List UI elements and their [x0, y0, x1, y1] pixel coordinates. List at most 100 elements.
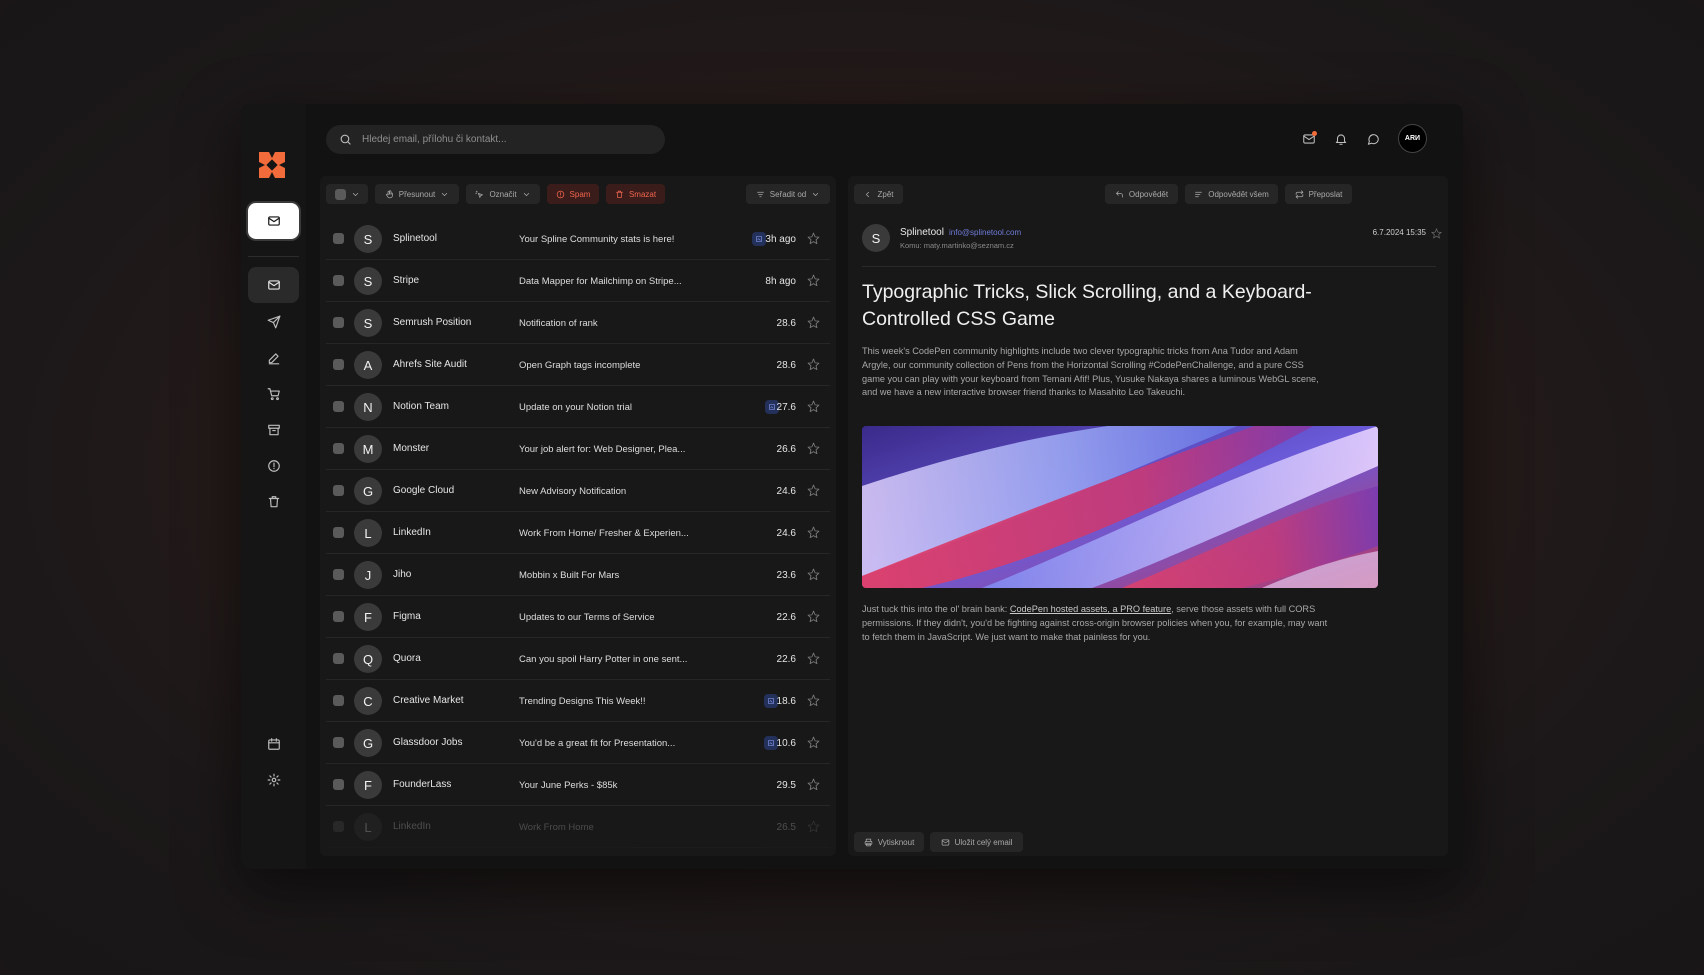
sender-email[interactable]: info@splinetool.com	[949, 228, 1021, 237]
star-button[interactable]	[807, 778, 820, 791]
email-subject: Work From Home	[519, 822, 594, 833]
email-row[interactable]: J Jiho Mobbin x Built For Mars 23.6	[326, 554, 830, 596]
message-date: 6.7.2024 15:35	[1372, 228, 1426, 237]
sort-dropdown[interactable]: Seřadit od	[746, 184, 830, 204]
email-row-checkbox[interactable]	[333, 737, 344, 748]
star-button[interactable]	[807, 820, 820, 833]
email-row-checkbox[interactable]	[333, 611, 344, 622]
user-avatar[interactable]: ARИ	[1398, 124, 1427, 153]
sidebar-item-spam[interactable]	[248, 448, 299, 484]
sidebar-item-shopping[interactable]	[248, 376, 299, 412]
move-button[interactable]: Přesunout	[375, 184, 459, 204]
hosted-assets-link[interactable]: CodePen hosted assets, a PRO feature	[1010, 604, 1171, 614]
app-logo[interactable]	[257, 150, 287, 180]
email-row[interactable]: Q Quora Can you spoil Harry Potter in one …	[326, 638, 830, 680]
email-subject: New Advisory Notification	[519, 486, 627, 497]
email-row-checkbox[interactable]	[333, 359, 344, 370]
sidebar-item-archive[interactable]	[248, 412, 299, 448]
sender-avatar: L	[354, 813, 382, 841]
sidebar-item-calendar[interactable]	[248, 726, 299, 762]
star-button[interactable]	[807, 274, 820, 287]
delete-button[interactable]: Smazat	[606, 184, 665, 204]
star-icon	[807, 358, 820, 371]
email-row[interactable]: L LinkedIn Work From Home 26.5	[326, 806, 830, 848]
email-row-checkbox[interactable]	[333, 401, 344, 412]
reading-pane: Zpět Odpovědět Odpovědět všem Přeposlat …	[848, 176, 1448, 856]
email-row[interactable]: L LinkedIn Work From Home/ Fresher & Exper…	[326, 512, 830, 554]
star-button[interactable]	[807, 358, 820, 371]
email-row-checkbox[interactable]	[333, 653, 344, 664]
email-row-checkbox[interactable]	[333, 779, 344, 790]
star-button[interactable]	[807, 442, 820, 455]
star-button[interactable]	[807, 484, 820, 497]
star-button[interactable]	[807, 526, 820, 539]
email-row-checkbox[interactable]	[333, 317, 344, 328]
reply-button[interactable]: Odpovědět	[1105, 184, 1178, 204]
sidebar-item-trash[interactable]	[248, 484, 299, 520]
email-date: 28.6	[776, 360, 796, 371]
select-all-dropdown[interactable]	[326, 184, 368, 204]
star-icon	[807, 400, 820, 413]
email-row-checkbox[interactable]	[333, 695, 344, 706]
email-row-checkbox[interactable]	[333, 485, 344, 496]
sidebar-item-sent[interactable]	[248, 304, 299, 340]
email-sender: Ahrefs Site Audit	[393, 359, 467, 370]
email-row-checkbox[interactable]	[333, 527, 344, 538]
star-button[interactable]	[807, 694, 820, 707]
reply-all-button[interactable]: Odpovědět všem	[1185, 184, 1278, 204]
spam-button[interactable]: Spam	[547, 184, 599, 204]
email-row[interactable]: S Splinetool Your Spline Community stats i…	[326, 218, 830, 260]
message-star-button[interactable]	[1431, 226, 1442, 239]
email-row[interactable]: G Google Cloud New Advisory Notification 24…	[326, 470, 830, 512]
star-button[interactable]	[807, 232, 820, 245]
search-bar[interactable]	[326, 125, 665, 154]
email-subject: Trending Designs This Week!!	[519, 696, 646, 707]
email-row[interactable]: F Figma Updates to our Terms of Service 22.…	[326, 596, 830, 638]
print-button[interactable]: Vytisknout	[854, 832, 924, 852]
recipient-line: Komu: maty.martinko@seznam.cz	[900, 241, 1014, 250]
email-row-checkbox[interactable]	[333, 443, 344, 454]
email-row[interactable]: A Ahrefs Site Audit Open Graph tags incomp…	[326, 344, 830, 386]
chat-button[interactable]	[1364, 130, 1382, 148]
star-button[interactable]	[807, 316, 820, 329]
back-button[interactable]: Zpět	[854, 184, 903, 204]
email-row-checkbox[interactable]	[333, 821, 344, 832]
attachment-badge	[752, 232, 766, 246]
email-row[interactable]: G Glassdoor Jobs You'd be a great fit for …	[326, 722, 830, 764]
sidebar-item-settings[interactable]	[248, 762, 299, 798]
email-row[interactable]: M Monster Your job alert for: Web Designer…	[326, 428, 830, 470]
sidebar-item-drafts[interactable]	[248, 340, 299, 376]
email-row[interactable]: S Stripe Data Mapper for Mailchimp on Stri…	[326, 260, 830, 302]
star-icon	[807, 652, 820, 665]
star-button[interactable]	[807, 652, 820, 665]
email-row[interactable]: S Semrush Position Notification of rank 28.…	[326, 302, 830, 344]
star-button[interactable]	[807, 400, 820, 413]
email-subject: Data Mapper for Mailchimp on Stripe...	[519, 276, 682, 287]
email-row[interactable]: N Notion Team Update on your Notion trial 2…	[326, 386, 830, 428]
star-button[interactable]	[807, 568, 820, 581]
message-body: This week's CodePen community highlights…	[862, 346, 1319, 398]
mark-button[interactable]: Označit	[466, 184, 540, 204]
sender-avatar: F	[354, 771, 382, 799]
sidebar-item-inbox[interactable]	[248, 267, 299, 303]
email-sender: Semrush Position	[393, 317, 472, 328]
compose-button[interactable]	[248, 203, 299, 239]
email-row-checkbox[interactable]	[333, 569, 344, 580]
email-row-checkbox[interactable]	[333, 275, 344, 286]
save-email-button[interactable]: Uložit celý email	[930, 832, 1023, 852]
star-button[interactable]	[807, 736, 820, 749]
email-row[interactable]: F FounderLass Your June Perks - $85k 29.5	[326, 764, 830, 806]
send-icon	[267, 315, 280, 329]
email-row-checkbox[interactable]	[333, 233, 344, 244]
sort-lines-icon	[756, 191, 764, 197]
unread-dot	[1312, 130, 1317, 136]
search-input[interactable]	[362, 134, 642, 145]
email-row[interactable]: C Creative Market Trending Designs This We…	[326, 680, 830, 722]
pencil-icon	[268, 353, 279, 365]
attachment-icon	[769, 404, 775, 410]
forward-button[interactable]: Přeposlat	[1285, 184, 1352, 204]
select-all-checkbox[interactable]	[334, 188, 346, 200]
star-button[interactable]	[807, 610, 820, 623]
mail-notification-button[interactable]	[1300, 130, 1318, 148]
notifications-button[interactable]	[1332, 130, 1350, 148]
